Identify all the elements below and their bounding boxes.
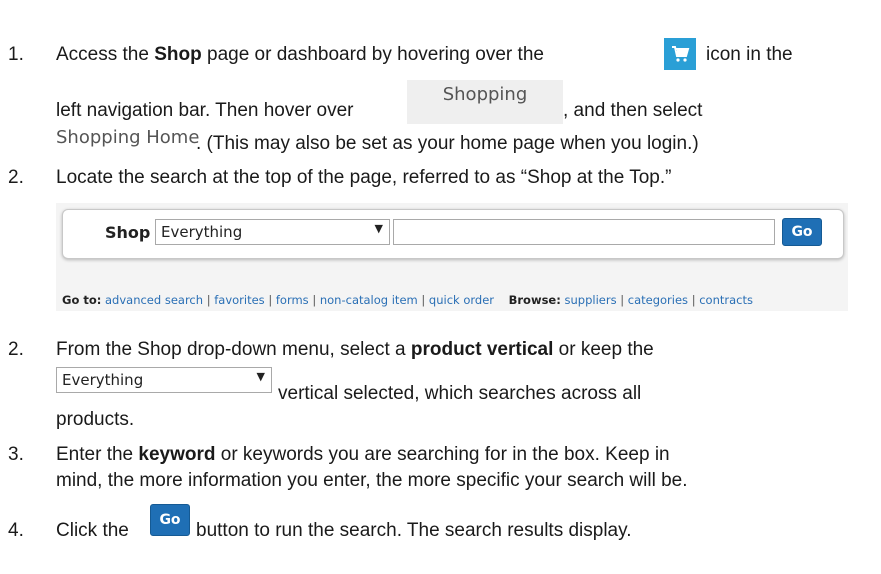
goto-label: Go to: [62, 293, 102, 307]
shop-search-box: Shop Everything ▼ Go [62, 209, 844, 259]
step-4-post: button to run the search. The search res… [196, 520, 632, 541]
everything-select-example[interactable]: Everything ▼ [56, 367, 272, 393]
step-2b-number: 2. [8, 339, 24, 360]
step-4-pre: Click the [56, 520, 129, 541]
step-1-number: 1. [8, 44, 24, 65]
shop-search-input[interactable] [393, 219, 775, 245]
step-2a-number: 2. [8, 167, 24, 188]
instruction-document: 1. Access the Shop page or dashboard by … [0, 0, 881, 574]
step-1-line-2-end: , and then select [563, 100, 703, 121]
separator: | [206, 293, 211, 307]
separator: | [421, 293, 426, 307]
shop-links-bar: Go to: advanced search | favorites | for… [62, 293, 753, 307]
link-advanced-search[interactable]: advanced search [105, 293, 203, 307]
link-forms[interactable]: forms [276, 293, 309, 307]
go-button[interactable]: Go [782, 218, 822, 246]
shopping-menu-button[interactable]: Shopping [407, 80, 563, 124]
step-3-number: 3. [8, 444, 24, 465]
browse-label: Browse: [508, 293, 561, 307]
dropdown-arrow-icon: ▼ [256, 370, 265, 383]
separator: | [312, 293, 317, 307]
step-3-line-1: Enter the keyword or keywords you are se… [56, 444, 670, 465]
link-suppliers[interactable]: suppliers [565, 293, 617, 307]
separator: | [691, 293, 696, 307]
go-button-example[interactable]: Go [150, 504, 190, 536]
everything-select-value: Everything [62, 371, 144, 389]
cart-glyph-icon [672, 46, 690, 62]
link-categories[interactable]: categories [628, 293, 688, 307]
shop-vertical-select[interactable]: Everything ▼ [155, 219, 390, 245]
step-1-line-1-end: icon in the [706, 44, 793, 65]
shop-vertical-value: Everything [161, 223, 243, 241]
step-1-line-1: Access the Shop page or dashboard by hov… [56, 44, 544, 65]
shop-at-top-panel: Shop Everything ▼ Go Go to: advanced sea… [56, 203, 848, 311]
step-2b-line-2: vertical selected, which searches across… [278, 383, 642, 404]
separator: | [620, 293, 625, 307]
separator: | [268, 293, 273, 307]
shop-label: Shop [105, 223, 151, 242]
link-quick-order[interactable]: quick order [429, 293, 494, 307]
step-1-line-3: . (This may also be set as your home pag… [196, 133, 699, 154]
shopping-home-link[interactable]: Shopping Home [56, 127, 200, 148]
step-4-number: 4. [8, 520, 24, 541]
step-1-line-2: left navigation bar. Then hover over [56, 100, 354, 121]
step-2b-line-3: products. [56, 409, 135, 430]
step-2b-line-1: From the Shop drop-down menu, select a p… [56, 339, 654, 360]
link-favorites[interactable]: favorites [214, 293, 264, 307]
link-contracts[interactable]: contracts [699, 293, 753, 307]
link-non-catalog-item[interactable]: non-catalog item [320, 293, 418, 307]
dropdown-arrow-icon: ▼ [374, 222, 383, 235]
step-3-line-2: mind, the more information you enter, th… [56, 470, 688, 491]
step-2a-text: Locate the search at the top of the page… [56, 167, 672, 188]
shopping-cart-icon[interactable] [664, 38, 696, 70]
